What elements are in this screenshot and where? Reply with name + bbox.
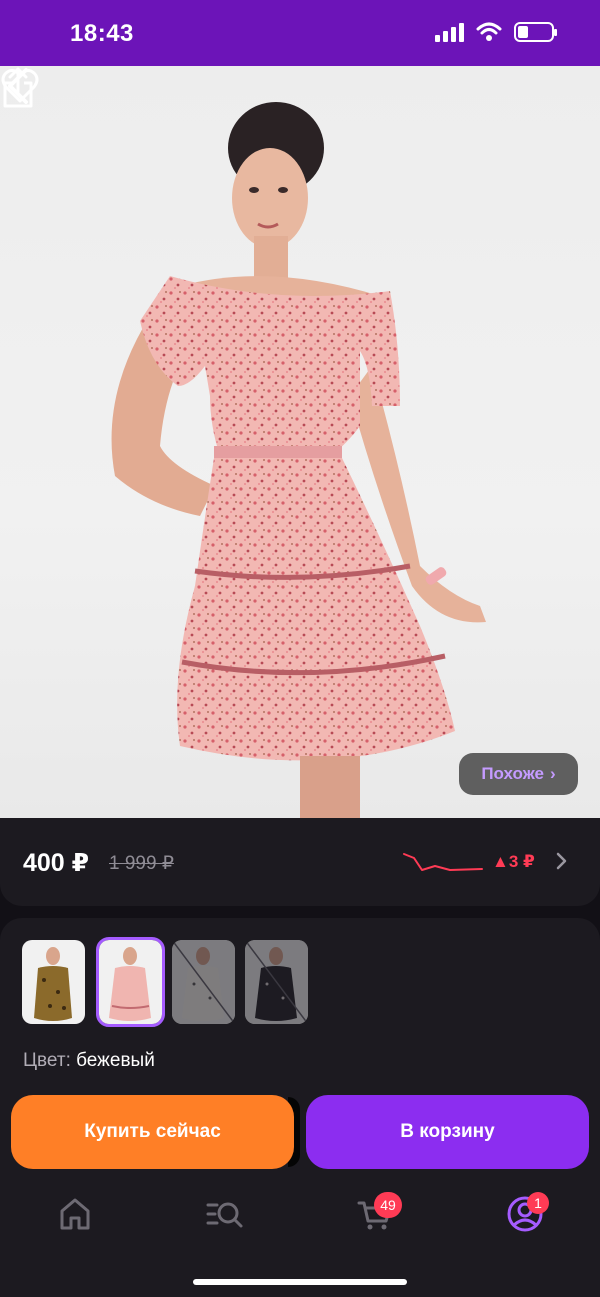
share-icon[interactable] bbox=[0, 66, 36, 110]
similar-button[interactable]: Похоже › bbox=[459, 753, 578, 795]
battery-icon bbox=[514, 22, 557, 42]
chevron-right-icon[interactable] bbox=[554, 852, 568, 870]
color-value: бежевый bbox=[76, 1050, 155, 1071]
buy-now-button[interactable]: Купить сейчас bbox=[11, 1095, 294, 1169]
variant-thumbnail-white[interactable] bbox=[172, 940, 235, 1024]
price-card[interactable]: 400 ₽ 1 999 ₽ ▲3 ₽ bbox=[0, 818, 600, 906]
status-icons bbox=[435, 22, 557, 42]
variant-image bbox=[22, 940, 85, 1024]
options-card: Цвет: бежевый Купить сейчас В корзину 49… bbox=[0, 918, 600, 1297]
home-indicator bbox=[193, 1279, 407, 1285]
chevron-right-icon: › bbox=[549, 764, 556, 783]
product-photo[interactable]: Похоже › bbox=[0, 66, 600, 818]
color-row: Цвет: бежевый bbox=[23, 1050, 155, 1072]
variant-image bbox=[99, 940, 162, 1024]
cart-badge: 49 bbox=[374, 1192, 402, 1218]
product-image bbox=[111, 102, 486, 818]
home-icon[interactable] bbox=[55, 1194, 95, 1234]
signal-icon bbox=[435, 22, 464, 42]
catalog-search-icon[interactable] bbox=[204, 1194, 244, 1234]
add-to-cart-button[interactable]: В корзину bbox=[306, 1095, 589, 1169]
battery-level bbox=[518, 26, 528, 38]
color-label: Цвет: bbox=[23, 1050, 71, 1071]
variant-thumbnail-black[interactable] bbox=[245, 940, 308, 1024]
old-price: 1 999 ₽ bbox=[109, 853, 174, 874]
status-bar: 18:43 bbox=[0, 0, 600, 66]
profile-badge: 1 bbox=[527, 1192, 549, 1214]
variant-thumbnail-pink[interactable] bbox=[96, 937, 165, 1027]
price-change: ▲3 ₽ bbox=[492, 852, 535, 871]
unavailable-strike bbox=[172, 940, 235, 1024]
wifi-icon bbox=[476, 22, 502, 41]
price-history-sparkline bbox=[403, 853, 483, 871]
status-time: 18:43 bbox=[70, 20, 134, 47]
unavailable-strike bbox=[245, 940, 308, 1024]
similar-label: Похоже bbox=[481, 764, 544, 783]
variant-thumbnail-leopard[interactable] bbox=[22, 940, 85, 1024]
current-price: 400 ₽ bbox=[23, 849, 90, 877]
